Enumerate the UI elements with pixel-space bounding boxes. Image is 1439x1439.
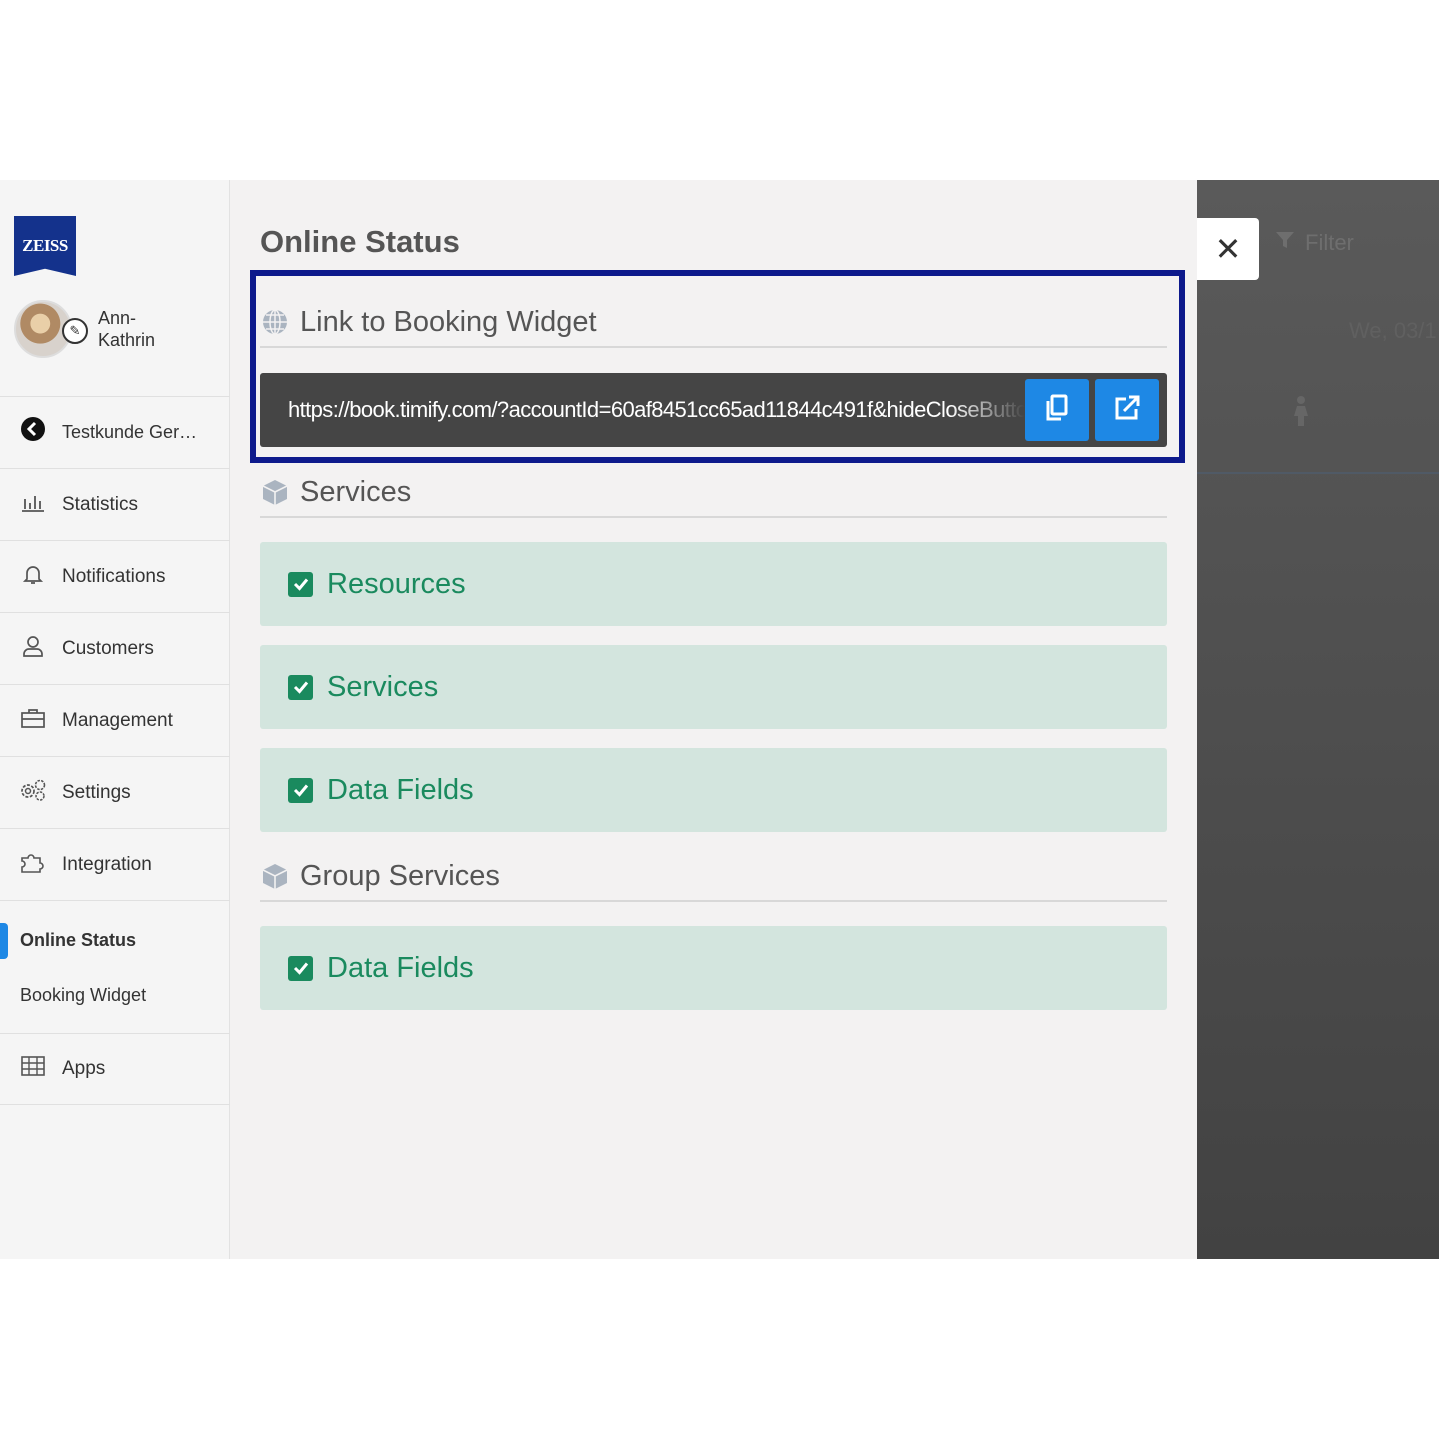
user-name: Ann- Kathrin bbox=[98, 308, 156, 350]
checkbox-checked-icon[interactable] bbox=[288, 674, 313, 700]
sidebar-item-label: Customers bbox=[62, 637, 154, 659]
filter-label: Filter bbox=[1305, 230, 1354, 255]
sidebar-item-account[interactable]: Testkunde Ger… bbox=[0, 396, 230, 468]
bell-icon bbox=[18, 562, 48, 592]
close-panel-button[interactable]: ✕ bbox=[1197, 218, 1259, 280]
sidebar-item-label: Testkunde Ger… bbox=[62, 422, 198, 442]
sidebar-item-statistics[interactable]: Statistics bbox=[0, 468, 230, 540]
status-row-label: Services bbox=[327, 670, 439, 703]
status-row-label: Data Fields bbox=[327, 773, 474, 806]
sidebar-nav: Testkunde Ger… Statistics Notifications … bbox=[0, 396, 230, 1105]
status-row-label: Resources bbox=[327, 567, 466, 600]
integration-submenu: Online Status Booking Widget bbox=[0, 900, 230, 1033]
copy-icon bbox=[1043, 393, 1071, 428]
sidebar-item-label: Statistics bbox=[62, 493, 139, 515]
gears-icon bbox=[18, 778, 48, 808]
group-services-section-header: Group Services bbox=[260, 852, 1167, 902]
booking-url[interactable]: https://book.timify.com/?accountId=60af8… bbox=[260, 397, 1025, 423]
checkbox-checked-icon[interactable] bbox=[288, 571, 313, 597]
copy-link-button[interactable] bbox=[1025, 379, 1089, 441]
status-row-label: Data Fields bbox=[327, 951, 474, 984]
zeiss-logo: ZEISS bbox=[14, 216, 76, 276]
sidebar: ZEISS ✎ Ann- Kathrin Testkunde Ger… Stat… bbox=[0, 180, 230, 1259]
cube-icon bbox=[260, 861, 290, 891]
globe-icon bbox=[260, 307, 290, 337]
avatar[interactable]: ✎ bbox=[14, 300, 88, 358]
back-arrow-icon bbox=[18, 416, 48, 449]
sidebar-item-integration[interactable]: Integration bbox=[0, 828, 230, 900]
sidebar-item-management[interactable]: Management bbox=[0, 684, 230, 756]
checkbox-checked-icon[interactable] bbox=[288, 777, 313, 803]
user-icon bbox=[18, 634, 48, 664]
sidebar-item-apps[interactable]: Apps bbox=[0, 1033, 230, 1105]
page-title: Online Status bbox=[260, 224, 460, 259]
edit-profile-icon[interactable]: ✎ bbox=[62, 318, 88, 344]
status-row-group-data-fields[interactable]: Data Fields bbox=[260, 926, 1167, 1010]
status-row-data-fields[interactable]: Data Fields bbox=[260, 748, 1167, 832]
filter-icon bbox=[1275, 230, 1295, 256]
checkbox-checked-icon[interactable] bbox=[288, 955, 313, 981]
background-calendar-overlay: ✕ Filter We, 03/1 bbox=[1197, 180, 1439, 1259]
status-row-resources[interactable]: Resources bbox=[260, 542, 1167, 626]
services-section-header: Services bbox=[260, 468, 1167, 518]
sidebar-subitem-booking-widget[interactable]: Booking Widget bbox=[0, 968, 230, 1023]
calendar-divider bbox=[1197, 472, 1439, 474]
app-window: ZEISS ✎ Ann- Kathrin Testkunde Ger… Stat… bbox=[0, 180, 1439, 1259]
status-row-services[interactable]: Services bbox=[260, 645, 1167, 729]
cube-icon bbox=[260, 477, 290, 507]
link-section-header: Link to Booking Widget bbox=[260, 298, 1167, 348]
sidebar-item-settings[interactable]: Settings bbox=[0, 756, 230, 828]
briefcase-icon bbox=[18, 707, 48, 735]
bar-chart-icon bbox=[18, 491, 48, 519]
sidebar-subitem-online-status[interactable]: Online Status bbox=[0, 913, 230, 968]
services-section-title: Services bbox=[300, 475, 412, 508]
sidebar-item-label: Apps bbox=[62, 1058, 106, 1079]
sidebar-item-label: Integration bbox=[62, 853, 152, 875]
sidebar-item-notifications[interactable]: Notifications bbox=[0, 540, 230, 612]
puzzle-icon bbox=[18, 850, 48, 880]
grid-icon bbox=[18, 1055, 48, 1083]
open-link-button[interactable] bbox=[1095, 379, 1159, 441]
calendar-date: We, 03/1 bbox=[1349, 318, 1437, 343]
user-profile[interactable]: ✎ Ann- Kathrin bbox=[14, 300, 188, 358]
sidebar-item-label: Notifications bbox=[62, 565, 166, 587]
booking-link-bar: https://book.timify.com/?accountId=60af8… bbox=[260, 373, 1167, 447]
sidebar-item-label: Management bbox=[62, 709, 173, 731]
filter-control: Filter bbox=[1275, 230, 1354, 256]
sidebar-item-customers[interactable]: Customers bbox=[0, 612, 230, 684]
external-link-icon bbox=[1112, 393, 1142, 428]
person-figure-icon bbox=[1289, 394, 1317, 435]
group-services-section-title: Group Services bbox=[300, 859, 500, 892]
sidebar-item-label: Settings bbox=[62, 781, 131, 803]
link-section-title: Link to Booking Widget bbox=[300, 305, 597, 338]
online-status-panel: Online Status Link to Booking Widget htt… bbox=[230, 180, 1197, 1259]
